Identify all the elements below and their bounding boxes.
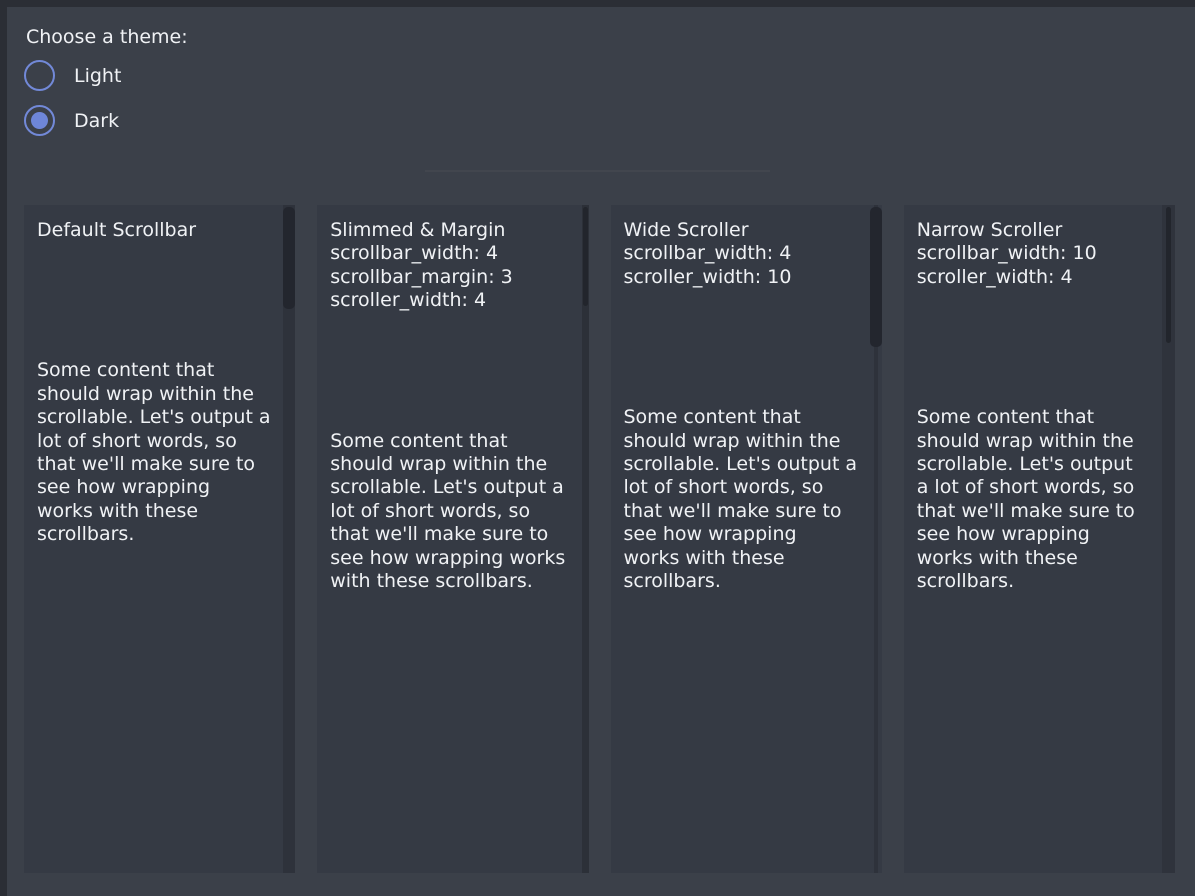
- panel-title-line: Default Scrollbar: [37, 219, 271, 242]
- spacer: [37, 242, 271, 359]
- panel-title-line: scrollbar_width: 4: [330, 242, 567, 265]
- panel-wide-scroller: Wide Scroller scrollbar_width: 4 scrolle…: [611, 205, 882, 873]
- panel-title-line: scrollbar_width: 4: [624, 242, 858, 265]
- panel-body-text: Some content that should wrap within the…: [917, 406, 1150, 593]
- scrollbar-thumb[interactable]: [283, 207, 295, 309]
- panel-title-line: scroller_width: 4: [917, 266, 1150, 289]
- spacer: [330, 313, 567, 430]
- panel-body-text: Some content that should wrap within the…: [37, 359, 271, 546]
- scrollable-content[interactable]: Slimmed & Margin scrollbar_width: 4 scro…: [317, 205, 579, 873]
- panel-title: Narrow Scroller scrollbar_width: 10 scro…: [917, 219, 1150, 289]
- panel-title: Slimmed & Margin scrollbar_width: 4 scro…: [330, 219, 567, 313]
- scrollbar-thumb[interactable]: [1166, 207, 1171, 343]
- scrollbar-track[interactable]: [1162, 205, 1175, 873]
- radio-unselected-icon[interactable]: [24, 60, 55, 91]
- theme-chooser: Choose a theme: Light Dark: [0, 0, 1195, 136]
- spacer: [624, 289, 858, 406]
- panel-title-line: scrollbar_margin: 3: [330, 266, 567, 289]
- panel-title-line: scrollbar_width: 10: [917, 242, 1150, 265]
- panel-title: Wide Scroller scrollbar_width: 4 scrolle…: [624, 219, 858, 289]
- radio-option-light[interactable]: Light: [24, 60, 121, 91]
- radio-selected-icon[interactable]: [24, 105, 55, 136]
- radio-label-dark: Dark: [74, 109, 119, 133]
- spacer: [917, 289, 1150, 406]
- panel-body-text: Some content that should wrap within the…: [624, 406, 858, 593]
- radio-option-dark[interactable]: Dark: [24, 105, 119, 136]
- panel-title-line: scroller_width: 4: [330, 289, 567, 312]
- theme-chooser-label: Choose a theme:: [26, 25, 1195, 49]
- scrollable-content[interactable]: Default Scrollbar Some content that shou…: [24, 205, 283, 873]
- panel-title: Default Scrollbar: [37, 219, 271, 242]
- scrollbar-track[interactable]: [582, 205, 589, 873]
- radio-label-light: Light: [74, 64, 121, 88]
- scrollable-content[interactable]: Wide Scroller scrollbar_width: 4 scrolle…: [611, 205, 870, 873]
- divider: [425, 170, 770, 172]
- scrollbar-thumb[interactable]: [583, 207, 588, 306]
- scrollable-content[interactable]: Narrow Scroller scrollbar_width: 10 scro…: [904, 205, 1162, 873]
- panel-title-line: scroller_width: 10: [624, 266, 858, 289]
- panel-title-line: Slimmed & Margin: [330, 219, 567, 242]
- scrollbar-thumb[interactable]: [870, 207, 882, 347]
- panel-slimmed-margin: Slimmed & Margin scrollbar_width: 4 scro…: [317, 205, 588, 873]
- panel-title-line: Wide Scroller: [624, 219, 858, 242]
- scrollbar-track[interactable]: [283, 205, 295, 873]
- panel-default-scrollbar: Default Scrollbar Some content that shou…: [24, 205, 295, 873]
- scrollbar-track[interactable]: [870, 205, 882, 873]
- panel-title-line: Narrow Scroller: [917, 219, 1150, 242]
- panel-narrow-scroller: Narrow Scroller scrollbar_width: 10 scro…: [904, 205, 1175, 873]
- panel-body-text: Some content that should wrap within the…: [330, 430, 567, 594]
- panels-row: Default Scrollbar Some content that shou…: [24, 205, 1175, 873]
